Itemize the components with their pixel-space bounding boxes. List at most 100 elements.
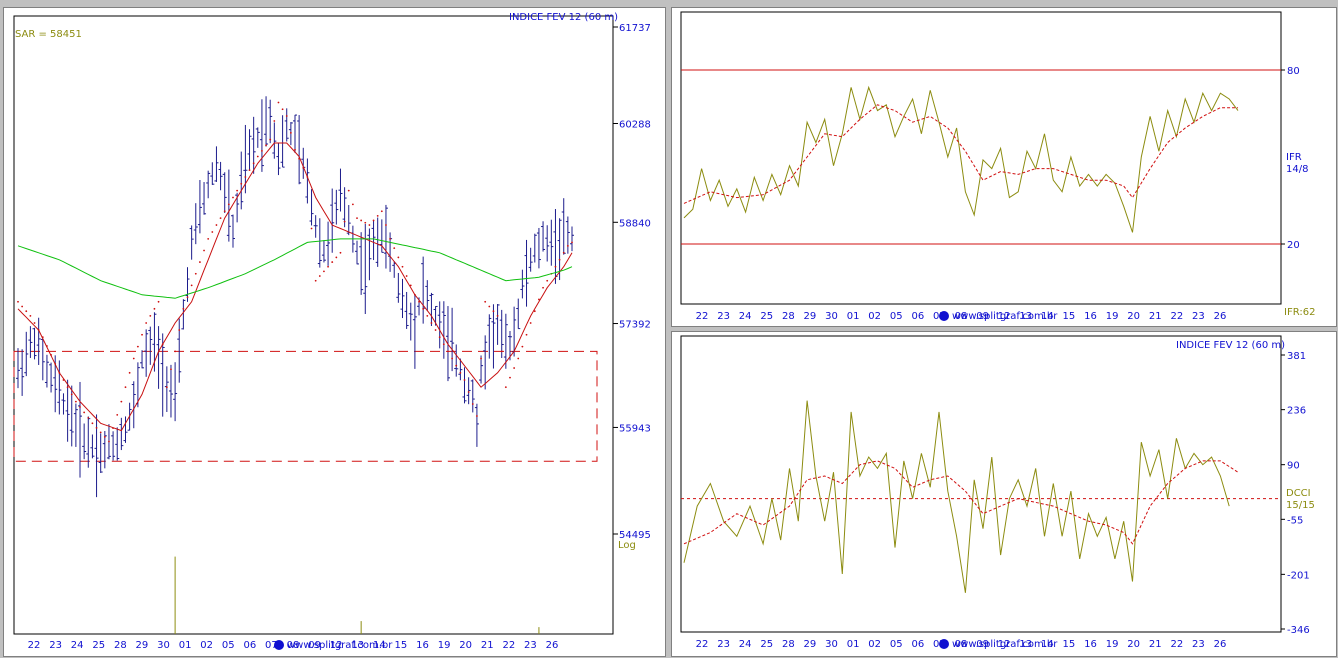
sar-dot	[108, 440, 110, 443]
sar-dot	[95, 426, 98, 429]
plot-frame	[680, 335, 1282, 633]
sar-dot	[504, 386, 507, 389]
x-tick-label: 15	[1063, 639, 1076, 650]
sar-dot	[285, 115, 288, 117]
x-tick-label: 02	[200, 640, 213, 651]
ifr-period: 14/8	[1286, 164, 1308, 175]
sar-dot	[426, 314, 429, 317]
x-tick-label: 30	[825, 639, 838, 650]
sar-dot	[74, 400, 77, 403]
sar-dot	[571, 241, 573, 244]
sar-dot	[186, 296, 189, 298]
x-tick-label: 02	[868, 311, 881, 322]
sar-dot	[269, 138, 272, 141]
x-tick-label: 01	[847, 639, 860, 650]
sar-dot	[347, 189, 350, 192]
y-tick-label: 58840	[619, 218, 651, 229]
sar-dot	[566, 244, 569, 247]
sar-dot	[521, 345, 524, 348]
sar-dot	[244, 176, 247, 178]
cci-panel: 381 236 90 -55 -201 -346 22 23 24 25 28 29 30 01 02 05 0…	[671, 331, 1337, 657]
x-tick-label: 30	[157, 640, 170, 651]
sar-dot	[372, 219, 375, 222]
sar-dot	[529, 322, 532, 324]
sar-dot	[29, 314, 32, 317]
sar-dot	[211, 231, 214, 233]
sar-dot	[476, 415, 478, 417]
sar-dot	[194, 272, 197, 275]
sar-dot	[542, 286, 544, 289]
sar-dot	[438, 336, 441, 339]
x-tick-label: 30	[825, 311, 838, 322]
y-tick-label: 55943	[619, 423, 651, 434]
sar-dot	[182, 307, 185, 310]
y-tick-label: 54495	[619, 530, 651, 541]
sar-dot	[277, 101, 280, 104]
sar-dot	[480, 357, 482, 360]
sar-dot	[223, 210, 226, 213]
sar-dot	[240, 182, 243, 185]
sar-dot	[203, 249, 205, 252]
x-tick-label: 20	[459, 640, 472, 651]
sar-dot	[294, 148, 296, 151]
ifr-label: IFR	[1286, 152, 1302, 163]
oscillator-line	[683, 400, 1230, 593]
ma-slow-line	[17, 238, 573, 299]
watermark-logo-icon	[274, 640, 284, 650]
sar-dot	[252, 162, 255, 165]
y-tick-label: 20	[1287, 240, 1300, 251]
x-tick-label: 19	[438, 640, 451, 651]
sar-dot	[207, 237, 210, 240]
sar-dot	[227, 203, 230, 206]
sar-dot	[87, 416, 90, 419]
sar-dot	[471, 403, 474, 405]
x-tick-label: 21	[1149, 639, 1162, 650]
sar-dot	[79, 406, 81, 408]
x-tick-label: 16	[1084, 311, 1097, 322]
sar-dot	[136, 345, 139, 348]
x-tick-label: 24	[739, 639, 752, 650]
sar-dot	[500, 350, 503, 353]
sar-dot	[310, 227, 313, 230]
sar-dot	[70, 393, 73, 396]
x-tick-label: 06	[911, 311, 924, 322]
sar-dot	[356, 217, 358, 220]
x-tick-label: 23	[717, 311, 730, 322]
cci-label: DCCI	[1286, 488, 1311, 499]
sar-dot	[25, 310, 28, 313]
chart-title: INDICE FEV 12 (60 m)	[509, 12, 618, 23]
sar-dot	[376, 214, 379, 217]
sar-dot	[314, 279, 317, 282]
sar-dot	[83, 411, 86, 414]
x-tick-label: 19	[1106, 311, 1119, 322]
oscillator-line	[683, 85, 1239, 233]
sar-dot	[215, 224, 218, 226]
sar-dot	[116, 413, 119, 416]
sar-dot	[385, 224, 387, 226]
sar-dot	[145, 322, 148, 324]
sar-dot	[219, 217, 222, 220]
x-tick-label: 20	[1127, 639, 1140, 650]
x-tick-label: 02	[868, 639, 881, 650]
x-tick-label: 06	[243, 640, 256, 651]
sar-dot	[546, 279, 549, 282]
sar-dot	[554, 265, 557, 268]
sar-dot	[261, 149, 263, 152]
x-tick-label: 24	[71, 640, 84, 651]
x-tick-label: 21	[481, 640, 494, 651]
sar-dot	[132, 357, 135, 360]
ifr-panel: 8020222324252829300102050607080912131415…	[671, 7, 1337, 327]
sar-dot	[351, 203, 354, 206]
sar-dot	[190, 284, 193, 287]
sar-dot	[66, 386, 69, 389]
y-tick-label: 90	[1287, 461, 1300, 472]
x-tick-label: 26	[1214, 639, 1227, 650]
watermark-text: www.splitgraf.com.br	[952, 311, 1058, 322]
x-tick-label: 23	[1192, 311, 1205, 322]
x-tick-label: 01	[847, 311, 860, 322]
sar-dot	[430, 322, 433, 324]
x-tick-label: 28	[782, 639, 795, 650]
sar-dot	[447, 350, 449, 353]
sar-dot	[558, 258, 561, 261]
sar-dot	[343, 220, 346, 223]
